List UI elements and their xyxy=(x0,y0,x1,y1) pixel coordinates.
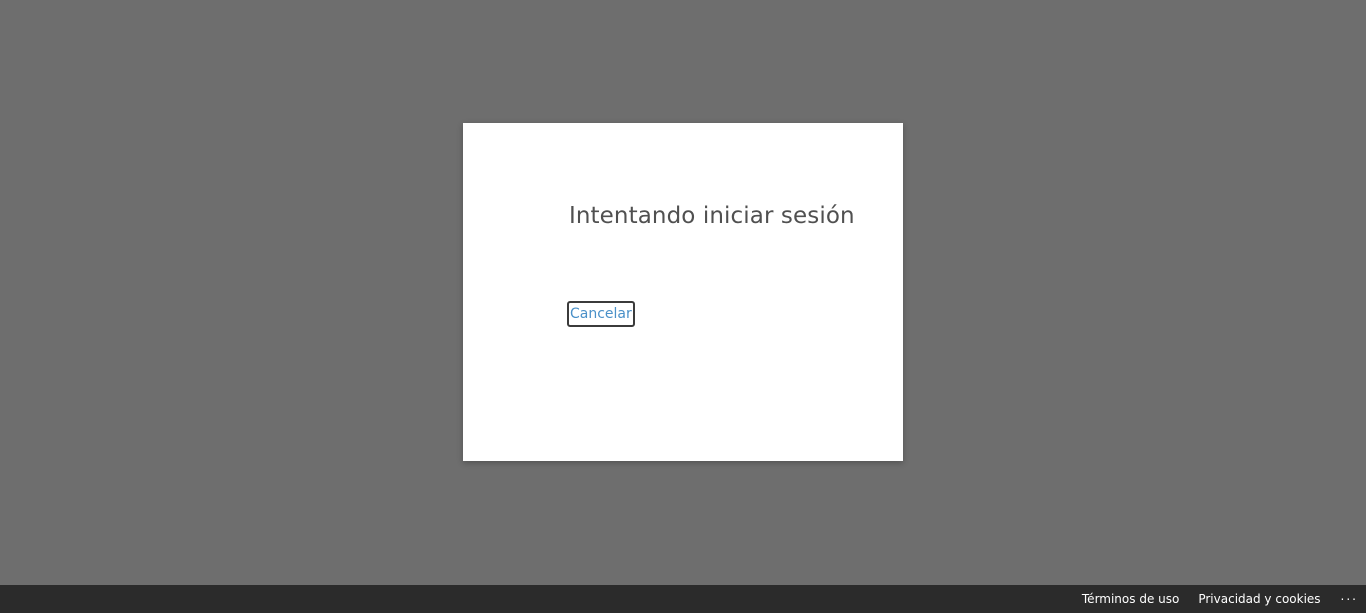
terms-of-use-link[interactable]: Términos de uso xyxy=(1082,592,1179,606)
ellipsis-icon[interactable]: ... xyxy=(1341,582,1358,610)
cancel-button[interactable]: Cancelar xyxy=(567,301,635,327)
dialog-title: Intentando iniciar sesión xyxy=(569,203,855,229)
sign-in-dialog: Intentando iniciar sesión Cancelar xyxy=(463,123,903,461)
footer-links: Términos de uso Privacidad y cookies ... xyxy=(1082,585,1366,613)
footer-bar: Términos de uso Privacidad y cookies ... xyxy=(0,585,1366,613)
privacy-cookies-link[interactable]: Privacidad y cookies xyxy=(1198,592,1320,606)
